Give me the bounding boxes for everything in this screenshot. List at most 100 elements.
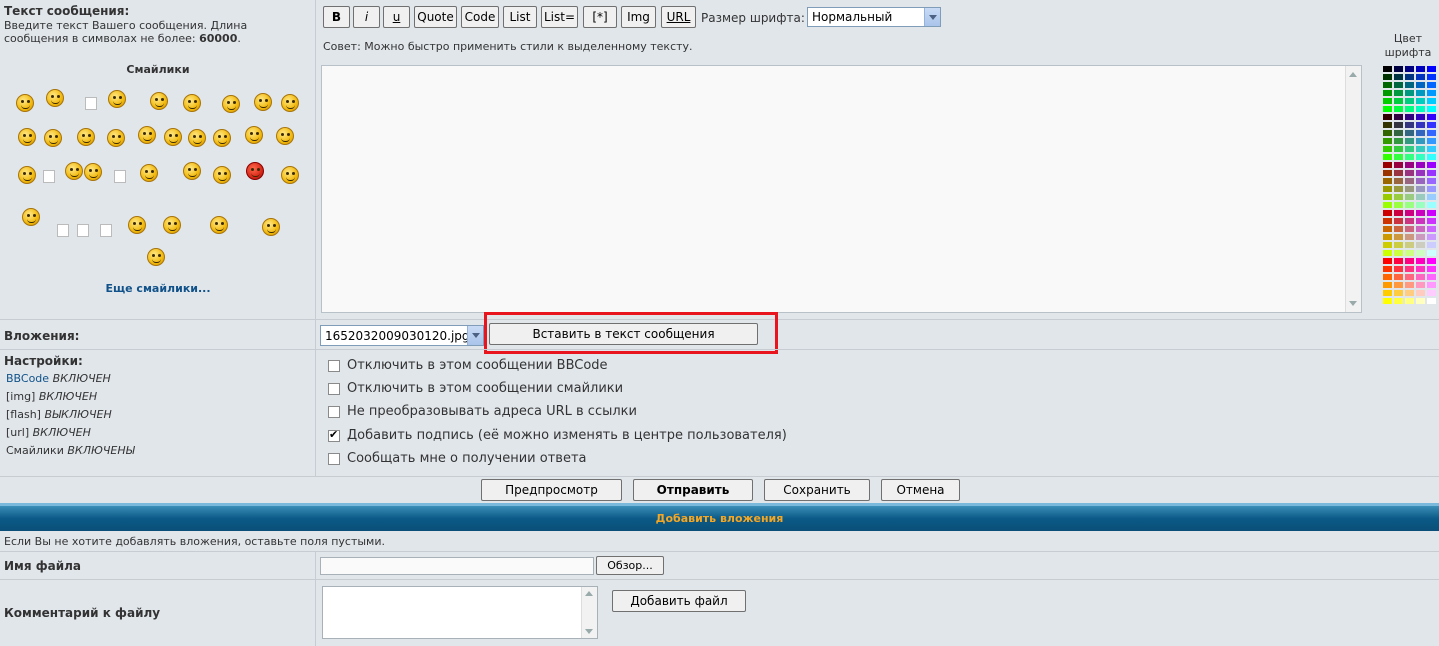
- color-swatch[interactable]: [1415, 233, 1426, 241]
- color-swatch[interactable]: [1415, 129, 1426, 137]
- smiley-icon[interactable]: [246, 162, 264, 180]
- smiley-icon[interactable]: [245, 126, 263, 144]
- color-swatch[interactable]: [1393, 129, 1404, 137]
- color-swatch[interactable]: [1393, 81, 1404, 89]
- color-swatch[interactable]: [1426, 201, 1437, 209]
- color-swatch[interactable]: [1426, 153, 1437, 161]
- smiley-icon[interactable]: [18, 166, 36, 184]
- list-button[interactable]: List: [503, 6, 537, 28]
- color-swatch[interactable]: [1404, 89, 1415, 97]
- color-swatch[interactable]: [1426, 257, 1437, 265]
- color-swatch[interactable]: [1404, 185, 1415, 193]
- color-swatch[interactable]: [1382, 185, 1393, 193]
- color-swatch[interactable]: [1382, 193, 1393, 201]
- smiley-icon[interactable]: [65, 162, 83, 180]
- color-swatch[interactable]: [1393, 97, 1404, 105]
- color-swatch[interactable]: [1404, 65, 1415, 73]
- color-swatch[interactable]: [1393, 193, 1404, 201]
- smiley-icon[interactable]: [210, 216, 228, 234]
- color-swatch[interactable]: [1404, 201, 1415, 209]
- color-swatch[interactable]: [1404, 297, 1415, 305]
- smiley-icon[interactable]: [213, 129, 231, 147]
- bbcode-link[interactable]: BBCode: [6, 372, 49, 385]
- color-swatch[interactable]: [1382, 249, 1393, 257]
- color-swatch[interactable]: [1382, 129, 1393, 137]
- browse-button[interactable]: Обзор...: [596, 556, 664, 575]
- color-swatch[interactable]: [1426, 73, 1437, 81]
- color-palette[interactable]: [1382, 65, 1437, 305]
- color-swatch[interactable]: [1426, 97, 1437, 105]
- color-swatch[interactable]: [1426, 129, 1437, 137]
- color-swatch[interactable]: [1415, 169, 1426, 177]
- more-smilies-link[interactable]: Еще смайлики...: [0, 282, 316, 295]
- color-swatch[interactable]: [1415, 137, 1426, 145]
- smiley-icon[interactable]: [77, 128, 95, 146]
- color-swatch[interactable]: [1415, 257, 1426, 265]
- color-swatch[interactable]: [1393, 257, 1404, 265]
- color-swatch[interactable]: [1426, 193, 1437, 201]
- color-swatch[interactable]: [1404, 73, 1415, 81]
- color-swatch[interactable]: [1393, 121, 1404, 129]
- color-swatch[interactable]: [1426, 241, 1437, 249]
- font-size-select[interactable]: Нормальный: [807, 7, 941, 27]
- comment-scrollbar[interactable]: [581, 587, 597, 638]
- color-swatch[interactable]: [1404, 193, 1415, 201]
- smiley-icon[interactable]: [43, 170, 55, 183]
- color-swatch[interactable]: [1415, 65, 1426, 73]
- color-swatch[interactable]: [1415, 297, 1426, 305]
- bold-button[interactable]: B: [323, 6, 350, 28]
- smiley-icon[interactable]: [183, 94, 201, 112]
- color-swatch[interactable]: [1415, 217, 1426, 225]
- color-swatch[interactable]: [1393, 145, 1404, 153]
- color-swatch[interactable]: [1426, 137, 1437, 145]
- color-swatch[interactable]: [1393, 249, 1404, 257]
- color-swatch[interactable]: [1382, 209, 1393, 217]
- color-swatch[interactable]: [1393, 201, 1404, 209]
- color-swatch[interactable]: [1382, 161, 1393, 169]
- color-swatch[interactable]: [1404, 161, 1415, 169]
- color-swatch[interactable]: [1393, 217, 1404, 225]
- color-swatch[interactable]: [1426, 297, 1437, 305]
- color-swatch[interactable]: [1404, 153, 1415, 161]
- color-swatch[interactable]: [1426, 169, 1437, 177]
- color-swatch[interactable]: [1426, 89, 1437, 97]
- smiley-icon[interactable]: [46, 89, 64, 107]
- color-swatch[interactable]: [1404, 233, 1415, 241]
- color-swatch[interactable]: [1415, 105, 1426, 113]
- add-file-button[interactable]: Добавить файл: [612, 590, 746, 612]
- smiley-icon[interactable]: [213, 166, 231, 184]
- color-swatch[interactable]: [1393, 169, 1404, 177]
- color-swatch[interactable]: [1404, 121, 1415, 129]
- smiley-icon[interactable]: [164, 128, 182, 146]
- color-swatch[interactable]: [1382, 153, 1393, 161]
- attachment-file-select[interactable]: 1652032009030120.jpg: [320, 325, 484, 346]
- save-button[interactable]: Сохранить: [764, 479, 870, 501]
- color-swatch[interactable]: [1382, 225, 1393, 233]
- smiley-icon[interactable]: [147, 248, 165, 266]
- color-swatch[interactable]: [1426, 65, 1437, 73]
- smiley-icon[interactable]: [85, 97, 97, 110]
- disable-smilies-checkbox[interactable]: [328, 383, 340, 395]
- color-swatch[interactable]: [1415, 249, 1426, 257]
- color-swatch[interactable]: [1404, 289, 1415, 297]
- smiley-icon[interactable]: [16, 94, 34, 112]
- color-swatch[interactable]: [1382, 177, 1393, 185]
- color-swatch[interactable]: [1404, 145, 1415, 153]
- notify-reply-checkbox[interactable]: [328, 453, 340, 465]
- color-swatch[interactable]: [1415, 185, 1426, 193]
- color-swatch[interactable]: [1415, 265, 1426, 273]
- color-swatch[interactable]: [1404, 217, 1415, 225]
- color-swatch[interactable]: [1426, 217, 1437, 225]
- color-swatch[interactable]: [1393, 185, 1404, 193]
- color-swatch[interactable]: [1404, 265, 1415, 273]
- color-swatch[interactable]: [1415, 89, 1426, 97]
- smiley-icon[interactable]: [22, 208, 40, 226]
- color-swatch[interactable]: [1382, 201, 1393, 209]
- color-swatch[interactable]: [1415, 177, 1426, 185]
- code-button[interactable]: Code: [461, 6, 499, 28]
- color-swatch[interactable]: [1415, 73, 1426, 81]
- smiley-icon[interactable]: [222, 95, 240, 113]
- color-swatch[interactable]: [1393, 225, 1404, 233]
- color-swatch[interactable]: [1393, 177, 1404, 185]
- color-swatch[interactable]: [1415, 273, 1426, 281]
